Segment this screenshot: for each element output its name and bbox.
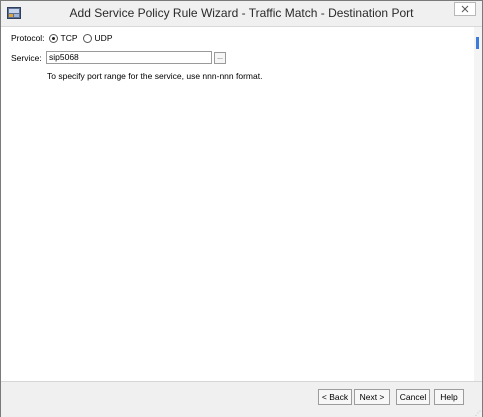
- title-bar: Add Service Policy Rule Wizard - Traffic…: [1, 1, 482, 27]
- scrollbar-thumb[interactable]: [476, 37, 479, 49]
- wizard-content: Protocol: TCP UDP Service: sip5068 ... T…: [1, 27, 471, 381]
- service-label: Service:: [11, 52, 42, 63]
- close-icon: [461, 5, 469, 13]
- window-title: Add Service Policy Rule Wizard - Traffic…: [69, 6, 414, 20]
- button-bar: < Back Next > Cancel Help ⋰: [1, 381, 482, 417]
- tcp-radio-label[interactable]: TCP: [61, 33, 78, 43]
- wizard-window: Add Service Policy Rule Wizard - Traffic…: [0, 0, 483, 417]
- back-button[interactable]: < Back: [318, 389, 352, 405]
- udp-radio[interactable]: [82, 33, 92, 43]
- tcp-radio[interactable]: [48, 33, 58, 43]
- cancel-button[interactable]: Cancel: [396, 389, 430, 405]
- service-input[interactable]: sip5068: [46, 51, 212, 64]
- service-row: Service: sip5068 ...: [11, 51, 226, 64]
- protocol-row: Protocol: TCP UDP: [11, 33, 113, 43]
- resize-grip-icon[interactable]: ⋰: [475, 410, 481, 417]
- udp-radio-label[interactable]: UDP: [95, 33, 113, 43]
- close-button[interactable]: [454, 2, 476, 16]
- port-range-hint: To specify port range for the service, u…: [47, 71, 263, 81]
- next-button[interactable]: Next >: [354, 389, 390, 405]
- service-browse-button[interactable]: ...: [214, 51, 226, 64]
- vertical-scrollbar[interactable]: [474, 27, 482, 381]
- protocol-label: Protocol:: [11, 33, 45, 43]
- help-button[interactable]: Help: [434, 389, 464, 405]
